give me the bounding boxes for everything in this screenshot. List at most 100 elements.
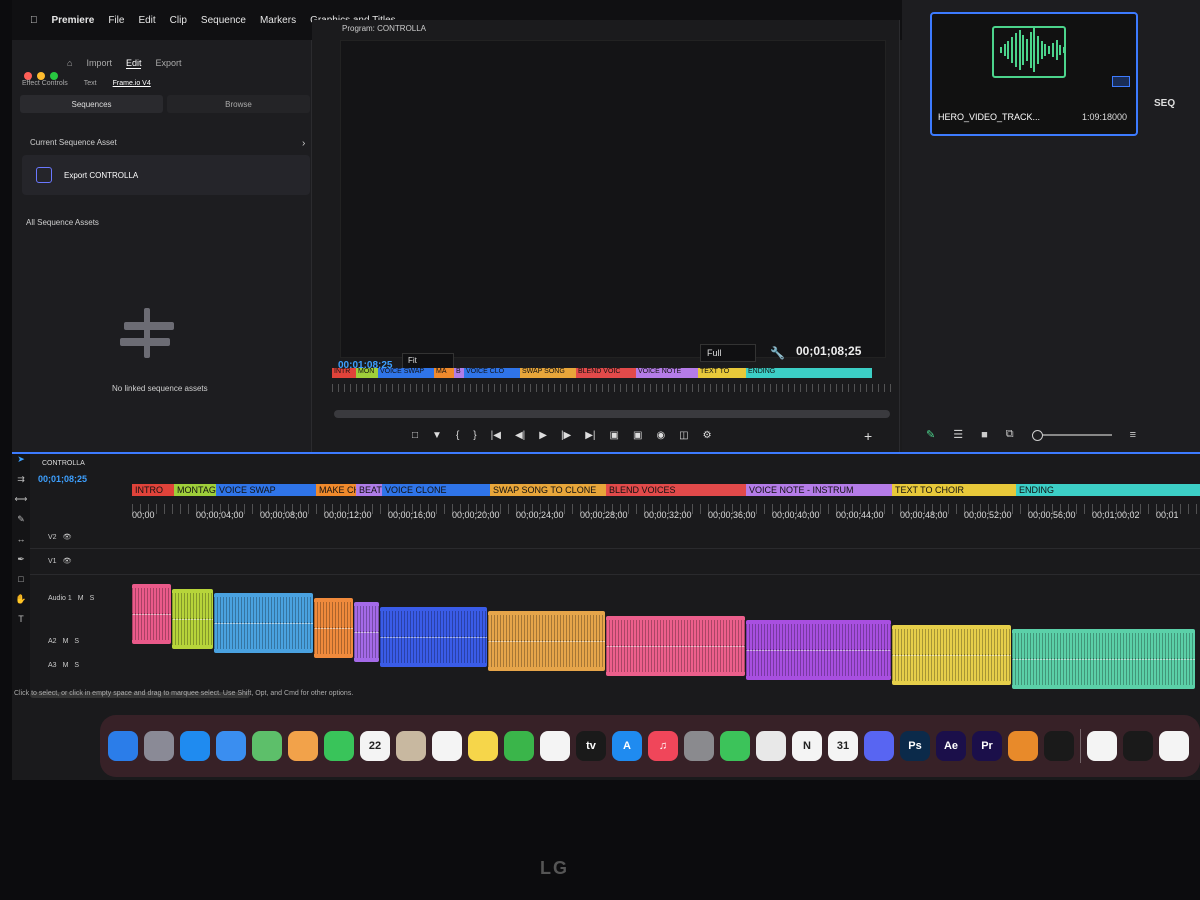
timeline-marker[interactable]: ENDING [1016, 484, 1200, 496]
quicktime-icon[interactable] [1159, 731, 1189, 761]
program-ruler[interactable] [332, 384, 892, 392]
figma-icon[interactable] [1044, 731, 1074, 761]
sequence-thumbnail[interactable]: HERO_VIDEO_TRACK... 1:09:18000 [930, 12, 1138, 136]
pencil-icon[interactable]: ✎ [926, 428, 935, 441]
blender-icon[interactable] [1008, 731, 1038, 761]
track-select-icon[interactable]: ⇉ [12, 474, 30, 494]
sequence-tab[interactable]: CONTROLLA [42, 460, 85, 467]
tab-text[interactable]: Text [84, 80, 97, 87]
apple-icon[interactable]:  [30, 15, 38, 26]
timeline-marker[interactable]: VOICE SWAP [216, 484, 316, 496]
capcut-icon[interactable] [1123, 731, 1153, 761]
step-back-icon[interactable]: ◀| [515, 430, 525, 441]
menu-clip[interactable]: Clip [170, 15, 187, 26]
eye-icon[interactable]: 👁 [63, 557, 72, 565]
go-to-out-icon[interactable]: ▶| [585, 430, 595, 441]
program-scrollbar[interactable] [334, 410, 890, 418]
solo-button[interactable]: S [74, 662, 79, 669]
nav-edit[interactable]: Edit [125, 58, 142, 69]
reminders-icon[interactable] [432, 731, 462, 761]
app-store-icon[interactable]: A [612, 731, 642, 761]
hand-icon[interactable]: ✋ [12, 594, 30, 614]
minimize-button[interactable] [37, 72, 45, 80]
comparison-icon[interactable]: ◫ [679, 430, 688, 441]
icon-view-icon[interactable]: ■ [981, 429, 988, 441]
program-marker[interactable]: MA [434, 368, 454, 378]
timeline-marker[interactable]: VOICE NOTE - INSTRUM [746, 484, 892, 496]
zoom-slider[interactable] [1031, 429, 1112, 441]
audio-clip[interactable] [892, 625, 1011, 685]
chrome-icon[interactable] [756, 731, 786, 761]
calendar-icon[interactable]: 22 [360, 731, 390, 761]
type-tool-icon[interactable]: T [12, 614, 30, 634]
program-marker[interactable]: INTR [332, 368, 356, 378]
mute-button[interactable]: M [63, 638, 69, 645]
zoom-button[interactable] [50, 72, 58, 80]
launchpad-icon[interactable] [144, 731, 174, 761]
program-marker[interactable]: SWAP SONG [520, 368, 576, 378]
settings-icon[interactable]: ⚙ [703, 430, 712, 441]
selection-tool-icon[interactable]: ➤ [12, 454, 30, 474]
tab-effect-controls[interactable]: Effect Controls [22, 80, 68, 87]
program-marker[interactable]: ENDING [746, 368, 872, 378]
audio-clip[interactable] [214, 593, 313, 653]
solo-button[interactable]: S [90, 595, 95, 602]
sequences-button[interactable]: Sequences [20, 95, 163, 113]
track-header-a1[interactable]: Audio 1 MS [30, 578, 130, 618]
audio-clip[interactable] [488, 611, 605, 671]
export-frame-icon[interactable]: □ [412, 430, 418, 441]
ripple-edit-icon[interactable]: ⟷ [12, 494, 30, 514]
program-marker[interactable]: BLEND VOIC [576, 368, 636, 378]
program-marker[interactable]: B [454, 368, 464, 378]
timeline-marker[interactable]: BLEND VOICES [606, 484, 746, 496]
timeline-marker[interactable]: TEXT TO CHOIR [892, 484, 1016, 496]
menu-file[interactable]: File [108, 15, 124, 26]
music-icon[interactable]: ♫ [648, 731, 678, 761]
whatsapp-icon[interactable] [720, 731, 750, 761]
program-marker[interactable]: VOICE SWAP [378, 368, 434, 378]
menu-sequence[interactable]: Sequence [201, 15, 246, 26]
premiere-icon[interactable]: Pr [972, 731, 1002, 761]
timeline-marker[interactable]: MAKE CH [316, 484, 356, 496]
marker-icon[interactable]: ▼ [432, 430, 442, 441]
audio-clip[interactable] [354, 602, 379, 662]
menu-premiere[interactable]: Premiere [52, 15, 95, 26]
pen-icon[interactable]: ✒ [12, 554, 30, 574]
timeline-marker[interactable]: INTRO [132, 484, 174, 496]
slip-icon[interactable]: ↔ [12, 534, 30, 554]
camera-icon[interactable]: ◉ [656, 430, 665, 441]
timeline-marker[interactable]: VOICE CLONE [382, 484, 490, 496]
finder-icon[interactable] [108, 731, 138, 761]
wrench-icon[interactable]: 🔧 [770, 346, 785, 360]
audio-clip[interactable] [1012, 629, 1195, 689]
rectangle-icon[interactable]: □ [12, 574, 30, 594]
go-to-in-icon[interactable]: |◀ [491, 430, 501, 441]
audio-clip[interactable] [314, 598, 353, 658]
slack-icon[interactable] [1087, 731, 1117, 761]
eye-icon[interactable]: 👁 [63, 533, 72, 541]
zoom-select[interactable]: Fit [402, 353, 454, 369]
home-icon[interactable]: ⌂ [67, 58, 72, 69]
calendar-31-icon[interactable]: 31 [828, 731, 858, 761]
list-view-icon[interactable]: ☰ [953, 428, 963, 441]
audio-clip[interactable] [746, 620, 891, 680]
audio-clip[interactable] [380, 607, 487, 667]
system-settings-icon[interactable] [684, 731, 714, 761]
timeline-marker[interactable]: MONTAGE [174, 484, 216, 496]
audio-clip[interactable] [606, 616, 745, 676]
photoshop-icon[interactable]: Ps [900, 731, 930, 761]
freeform-view-icon[interactable]: ⧉ [1006, 428, 1014, 441]
apple-tv-icon[interactable]: tv [576, 731, 606, 761]
freeform-icon[interactable] [540, 731, 570, 761]
mark-in-icon[interactable]: { [456, 430, 459, 441]
add-button-icon[interactable]: + [864, 428, 872, 444]
program-marker[interactable]: TEXT TO [698, 368, 746, 378]
notes-icon[interactable] [468, 731, 498, 761]
track-header-v1[interactable]: V1 👁 [30, 550, 130, 572]
track-header-a3[interactable]: A3 M S [30, 654, 130, 676]
program-marker[interactable]: VOICE CLO [464, 368, 520, 378]
timeline-marker[interactable]: SWAP SONG TO CLONE [490, 484, 606, 496]
timeline-marker[interactable]: BEAT [356, 484, 382, 496]
menu-edit[interactable]: Edit [138, 15, 155, 26]
chevron-right-icon[interactable]: › [302, 138, 305, 149]
